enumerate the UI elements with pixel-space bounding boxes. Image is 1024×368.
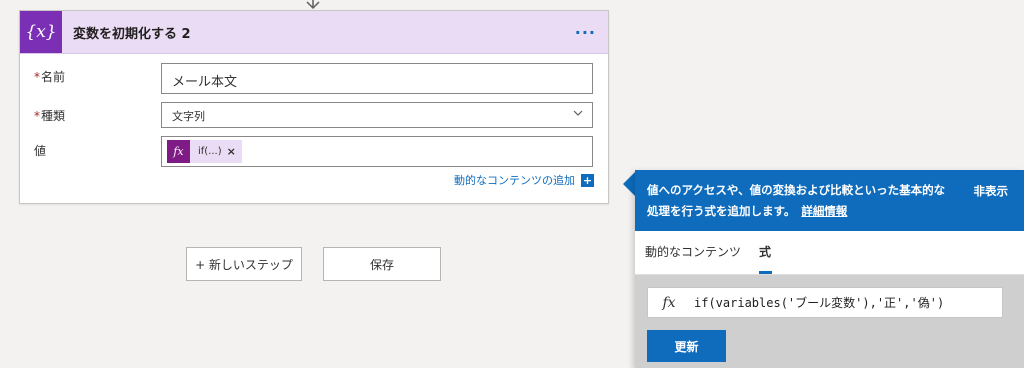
flyout-description: 値へのアクセスや、値の変換および比較といった基本的な処理を行う式を追加します。詳…: [647, 180, 947, 222]
expression-editor-area: fx if(variables('ブール変数'),'正','偽') 更新: [635, 275, 1024, 368]
name-label: *名前: [34, 68, 65, 85]
fx-icon: fx: [167, 140, 190, 163]
value-label: 値: [34, 144, 47, 158]
active-tab-indicator: [759, 271, 772, 274]
name-input[interactable]: メール本文: [161, 63, 593, 94]
type-dropdown[interactable]: 文字列: [161, 102, 593, 128]
variable-icon: {x}: [20, 11, 62, 53]
expression-flyout: 値へのアクセスや、値の変換および比較といった基本的な処理を行う式を追加します。詳…: [635, 170, 1024, 368]
hide-button[interactable]: 非表示: [974, 181, 1009, 202]
value-input[interactable]: fx if(...) ×: [161, 136, 593, 167]
chevron-down-icon: [573, 110, 583, 116]
more-options-button[interactable]: ···: [575, 23, 596, 42]
tab-dynamic-content[interactable]: 動的なコンテンツ: [645, 243, 741, 260]
new-step-button[interactable]: + 新しいステップ: [186, 247, 302, 281]
flyout-header: 値へのアクセスや、値の変換および比較といった基本的な処理を行う式を追加します。詳…: [635, 170, 1024, 231]
token-text: if(...): [198, 146, 222, 157]
flyout-tabs: 動的なコンテンツ 式: [635, 231, 1024, 275]
flyout-description-text: 値へのアクセスや、値の変換および比較といった基本的な処理を行う式を追加します。: [647, 183, 946, 218]
plus-icon: +: [581, 173, 594, 187]
tab-expression[interactable]: 式: [759, 243, 771, 260]
expression-input[interactable]: fx if(variables('ブール変数'),'正','偽'): [647, 287, 1003, 318]
remove-token-button[interactable]: ×: [227, 145, 242, 158]
expression-text: if(variables('ブール変数'),'正','偽'): [694, 296, 945, 310]
required-mark: *: [34, 70, 40, 84]
save-button[interactable]: 保存: [323, 247, 441, 281]
update-button[interactable]: 更新: [647, 330, 726, 362]
initialize-variable-card: {x} 変数を初期化する 2 ··· *名前 メール本文 *種類 文字列 値 f…: [19, 10, 609, 204]
flyout-pointer: [623, 172, 635, 196]
fx-icon: fx: [662, 294, 676, 311]
card-header[interactable]: {x} 変数を初期化する 2 ···: [20, 11, 608, 54]
type-label-text: 種類: [41, 109, 66, 123]
add-dynamic-content-link[interactable]: 動的なコンテンツの追加 +: [454, 172, 594, 188]
type-label: *種類: [34, 107, 65, 124]
name-label-text: 名前: [41, 70, 66, 84]
flow-connector-arrow-icon: [306, 0, 320, 10]
card-title: 変数を初期化する 2: [73, 26, 191, 42]
required-mark: *: [34, 109, 40, 123]
expression-token[interactable]: fx if(...) ×: [167, 140, 242, 163]
add-dynamic-content-label: 動的なコンテンツの追加: [454, 174, 575, 187]
more-info-link[interactable]: 詳細情報: [801, 204, 847, 218]
type-selected-value: 文字列: [172, 110, 205, 123]
